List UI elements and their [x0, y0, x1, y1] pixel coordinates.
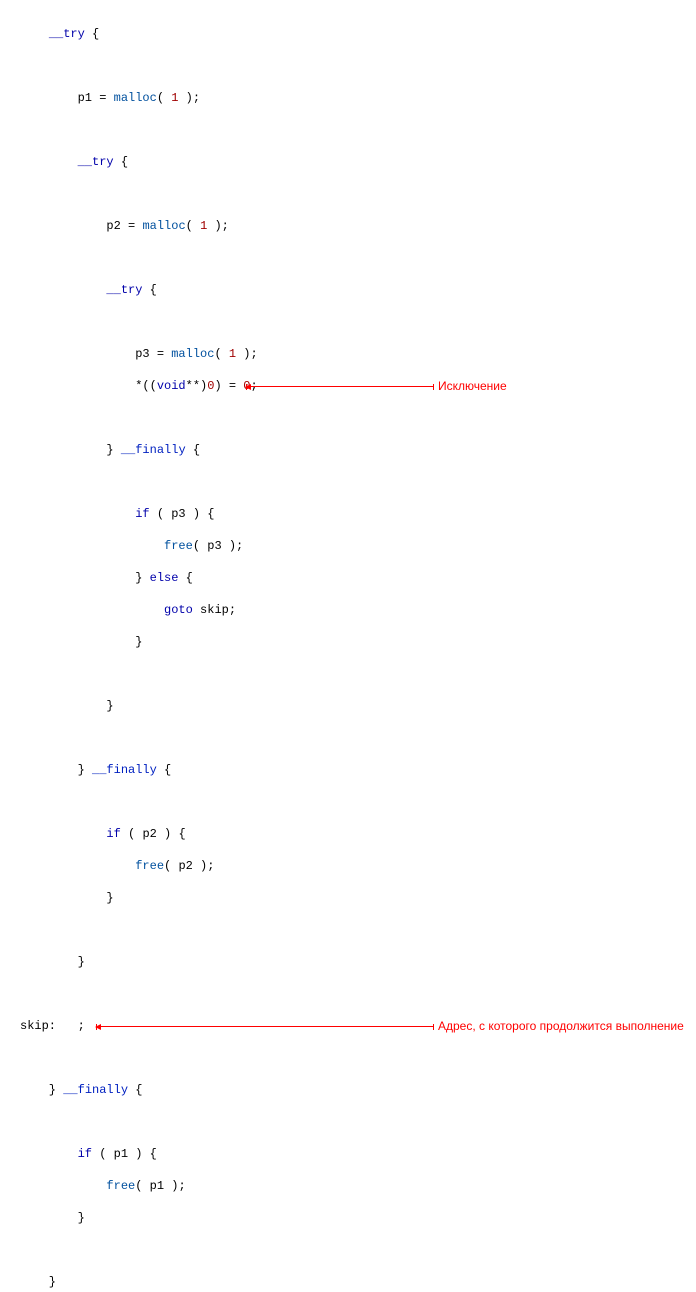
- num: 1: [200, 219, 207, 233]
- code-line: goto skip;: [20, 602, 696, 618]
- var-p2: p2: [178, 859, 192, 873]
- code-line: [20, 474, 696, 490]
- code-line: free( p2 );: [20, 858, 696, 874]
- code-line: [20, 794, 696, 810]
- keyword-finally: __finally: [63, 1083, 128, 1097]
- code-line: if ( p2 ) {: [20, 826, 696, 842]
- code-line: p3 = malloc( 1 );: [20, 346, 696, 362]
- annotation-exception: Исключение: [438, 378, 507, 394]
- annotation-text: Адрес, с которого продолжится выполнение: [438, 1019, 684, 1033]
- code-line: p1 = malloc( 1 );: [20, 90, 696, 106]
- arrow-icon: [96, 1026, 434, 1027]
- code-line: free( p3 );: [20, 538, 696, 554]
- fn-malloc: malloc: [171, 347, 214, 361]
- code-line: [20, 1050, 696, 1066]
- code-line: [20, 1242, 696, 1258]
- var-p1: p1: [78, 91, 92, 105]
- code-line: skip: ;Адрес, с которого продолжится вып…: [20, 1018, 696, 1034]
- keyword-if: if: [135, 507, 149, 521]
- label-def: skip:: [20, 1019, 56, 1033]
- code-line: __try {: [20, 154, 696, 170]
- code-line: } __finally {: [20, 1082, 696, 1098]
- fn-malloc: malloc: [142, 219, 185, 233]
- fn-free: free: [135, 859, 164, 873]
- code-line: [20, 186, 696, 202]
- fn-free: free: [106, 1179, 135, 1193]
- code-line: free( p1 );: [20, 1178, 696, 1194]
- code-line: if ( p1 ) {: [20, 1146, 696, 1162]
- var-p2: p2: [142, 827, 156, 841]
- var-p1: p1: [114, 1147, 128, 1161]
- code-line: }: [20, 1274, 696, 1290]
- code-line: p2 = malloc( 1 );: [20, 218, 696, 234]
- code-line: [20, 122, 696, 138]
- label-ref: skip: [200, 603, 229, 617]
- code-line: *((void**)0) = 0;Исключение: [20, 378, 696, 394]
- keyword-if: if: [78, 1147, 92, 1161]
- code-line: [20, 986, 696, 1002]
- annotation-address: Адрес, с которого продолжится выполнение: [438, 1018, 684, 1034]
- code-line: }: [20, 954, 696, 970]
- keyword-try: __try: [78, 155, 114, 169]
- code-line: [20, 410, 696, 426]
- code-line: } __finally {: [20, 762, 696, 778]
- code-line: }: [20, 634, 696, 650]
- keyword-if: if: [106, 827, 120, 841]
- annotation-text: Исключение: [438, 379, 507, 393]
- code-line: [20, 314, 696, 330]
- code-block: __try { p1 = malloc( 1 ); __try { p2 = m…: [20, 10, 696, 1292]
- keyword-try: __try: [106, 283, 142, 297]
- code-line: } else {: [20, 570, 696, 586]
- keyword-goto: goto: [164, 603, 193, 617]
- var-p3: p3: [171, 507, 185, 521]
- keyword-finally: __finally: [92, 763, 157, 777]
- keyword-else: else: [150, 571, 179, 585]
- code-line: [20, 922, 696, 938]
- type-void: void: [157, 379, 186, 393]
- var-p3: p3: [207, 539, 221, 553]
- num: 1: [171, 91, 178, 105]
- code-line: if ( p3 ) {: [20, 506, 696, 522]
- var-p1: p1: [150, 1179, 164, 1193]
- code-line: } __finally {: [20, 442, 696, 458]
- code-line: [20, 1114, 696, 1130]
- code-line: __try {: [20, 282, 696, 298]
- arrow-icon: [246, 386, 434, 387]
- var-p2: p2: [106, 219, 120, 233]
- code-line: }: [20, 698, 696, 714]
- code-line: }: [20, 1210, 696, 1226]
- code-line: [20, 250, 696, 266]
- code-line: [20, 730, 696, 746]
- keyword-try: __try: [49, 27, 85, 41]
- keyword-finally: __finally: [121, 443, 186, 457]
- num: 1: [229, 347, 236, 361]
- code-line: [20, 666, 696, 682]
- fn-malloc: malloc: [114, 91, 157, 105]
- code-line: }: [20, 890, 696, 906]
- num: 0: [207, 379, 214, 393]
- code-line: __try {: [20, 26, 696, 42]
- code-line: [20, 58, 696, 74]
- fn-free: free: [164, 539, 193, 553]
- var-p3: p3: [135, 347, 149, 361]
